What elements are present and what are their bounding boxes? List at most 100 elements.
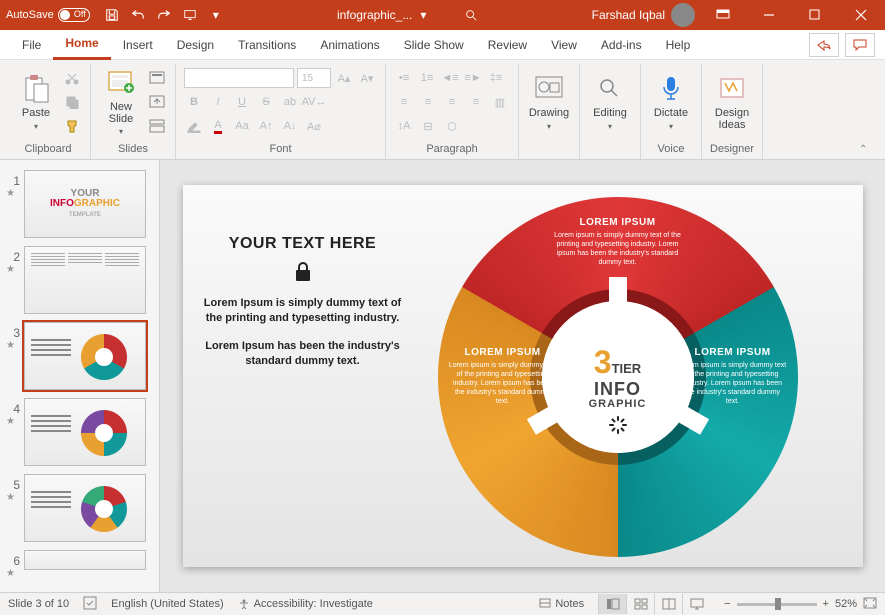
- reading-view-icon[interactable]: [654, 594, 682, 614]
- search-icon[interactable]: [464, 8, 478, 22]
- tab-transitions[interactable]: Transitions: [226, 30, 308, 60]
- maximize-button[interactable]: [797, 0, 833, 30]
- thumbnail-6[interactable]: 6★: [0, 546, 159, 583]
- ribbon-display-icon[interactable]: [705, 0, 741, 30]
- underline-icon[interactable]: U: [232, 92, 252, 112]
- reset-icon[interactable]: [147, 92, 167, 112]
- paste-button[interactable]: Paste ▾: [14, 68, 58, 136]
- drawing-button[interactable]: Drawing ▾: [527, 68, 571, 136]
- normal-view-icon[interactable]: [598, 594, 626, 614]
- autosave-label: AutoSave: [6, 9, 54, 21]
- editing-button[interactable]: Editing ▾: [588, 68, 632, 136]
- design-ideas-button[interactable]: Design Ideas: [710, 68, 754, 136]
- segment-2: LOREM IPSUM Lorem ipsum is simply dummy …: [678, 347, 788, 406]
- tab-slide-show[interactable]: Slide Show: [392, 30, 476, 60]
- zoom-out-icon[interactable]: −: [724, 598, 730, 610]
- slide-heading: YOUR TEXT HERE: [203, 235, 403, 253]
- minimize-button[interactable]: [751, 0, 787, 30]
- change-case-icon[interactable]: Aa: [232, 116, 252, 136]
- line-spacing-icon[interactable]: ‡≡: [486, 68, 506, 88]
- save-icon[interactable]: [104, 7, 120, 23]
- thumbnail-panel[interactable]: 1★ YOURINFOGRAPHICTEMPLATE 2★ 3★ 4★ 5★ 6…: [0, 160, 160, 592]
- slideshow-start-icon[interactable]: [182, 7, 198, 23]
- share-button[interactable]: [809, 33, 839, 57]
- shrink-font-icon[interactable]: A↓: [280, 116, 300, 136]
- smartart-icon[interactable]: ⬡: [442, 116, 462, 136]
- justify-icon[interactable]: ≡: [466, 92, 486, 112]
- font-color-icon[interactable]: A: [208, 116, 228, 136]
- shadow-icon[interactable]: ab: [280, 92, 300, 112]
- tab-file[interactable]: File: [10, 30, 53, 60]
- align-center-icon[interactable]: ≡: [418, 92, 438, 112]
- clear-formatting-icon[interactable]: A⌀: [304, 116, 324, 136]
- zoom-level[interactable]: 52%: [835, 598, 857, 610]
- tab-design[interactable]: Design: [165, 30, 226, 60]
- format-painter-icon[interactable]: [62, 116, 82, 136]
- collapse-ribbon-icon[interactable]: ⌃: [859, 144, 867, 155]
- segment-num-1: 01: [611, 299, 622, 310]
- new-slide-button[interactable]: New Slide ▾: [99, 68, 143, 136]
- font-size-combo[interactable]: 15: [297, 68, 331, 88]
- zoom-slider[interactable]: [737, 603, 817, 606]
- dictate-button[interactable]: Dictate ▾: [649, 68, 693, 136]
- tab-review[interactable]: Review: [476, 30, 539, 60]
- slide-counter[interactable]: Slide 3 of 10: [8, 598, 69, 610]
- thumbnail-4[interactable]: 4★: [0, 394, 159, 470]
- thumbnail-1[interactable]: 1★ YOURINFOGRAPHICTEMPLATE: [0, 166, 159, 242]
- italic-icon[interactable]: I: [208, 92, 228, 112]
- notes-button[interactable]: Notes: [539, 598, 584, 610]
- close-button[interactable]: [843, 0, 879, 30]
- tab-view[interactable]: View: [539, 30, 589, 60]
- group-label: Paragraph: [394, 141, 510, 159]
- tab-insert[interactable]: Insert: [111, 30, 165, 60]
- thumbnail-5[interactable]: 5★: [0, 470, 159, 546]
- tab-help[interactable]: Help: [654, 30, 703, 60]
- comments-button[interactable]: [845, 33, 875, 57]
- character-spacing-icon[interactable]: AV↔: [304, 92, 324, 112]
- bullets-icon[interactable]: •≡: [394, 68, 414, 88]
- text-direction-icon[interactable]: ↕A: [394, 116, 414, 136]
- redo-icon[interactable]: [156, 7, 172, 23]
- copy-icon[interactable]: [62, 92, 82, 112]
- title-dropdown-icon[interactable]: ▾: [420, 8, 426, 22]
- numbering-icon[interactable]: 1≡: [417, 68, 437, 88]
- user-name: Farshad Iqbal: [592, 8, 665, 22]
- indent-increase-icon[interactable]: ≡►: [463, 68, 483, 88]
- design-ideas-icon: [716, 73, 748, 105]
- thumbnail-2[interactable]: 2★: [0, 242, 159, 318]
- indent-decrease-icon[interactable]: ◄≡: [440, 68, 460, 88]
- cut-icon[interactable]: [62, 68, 82, 88]
- align-right-icon[interactable]: ≡: [442, 92, 462, 112]
- bold-icon[interactable]: B: [184, 92, 204, 112]
- slide-editor[interactable]: YOUR TEXT HERE Lorem Ipsum is simply dum…: [160, 160, 885, 592]
- highlight-icon[interactable]: [184, 116, 204, 136]
- slide-para1: Lorem Ipsum is simply dummy text of the …: [203, 296, 403, 327]
- tab-animations[interactable]: Animations: [308, 30, 391, 60]
- autosave-toggle[interactable]: AutoSave Off: [6, 8, 90, 22]
- accessibility-status[interactable]: Accessibility: Investigate: [238, 598, 373, 610]
- tab-home[interactable]: Home: [53, 30, 110, 60]
- language-status[interactable]: English (United States): [111, 598, 224, 610]
- increase-font-icon[interactable]: A▴: [334, 68, 354, 88]
- tab-add-ins[interactable]: Add-ins: [589, 30, 654, 60]
- strikethrough-icon[interactable]: S: [256, 92, 276, 112]
- font-name-combo[interactable]: [184, 68, 294, 88]
- autosave-switch[interactable]: Off: [58, 8, 90, 22]
- decrease-font-icon[interactable]: A▾: [357, 68, 377, 88]
- fit-window-icon[interactable]: [863, 597, 877, 612]
- user-account[interactable]: Farshad Iqbal: [592, 3, 695, 27]
- layout-icon[interactable]: [147, 68, 167, 88]
- undo-icon[interactable]: [130, 7, 146, 23]
- sorter-view-icon[interactable]: [626, 594, 654, 614]
- spell-check-icon[interactable]: [83, 596, 97, 613]
- zoom-in-icon[interactable]: +: [823, 598, 829, 610]
- align-text-icon[interactable]: ⊟: [418, 116, 438, 136]
- slide-canvas[interactable]: YOUR TEXT HERE Lorem Ipsum is simply dum…: [183, 185, 863, 567]
- slideshow-view-icon[interactable]: [682, 594, 710, 614]
- thumbnail-3[interactable]: 3★: [0, 318, 159, 394]
- columns-icon[interactable]: ▥: [490, 92, 510, 112]
- qat-dropdown-icon[interactable]: ▾: [208, 7, 224, 23]
- align-left-icon[interactable]: ≡: [394, 92, 414, 112]
- grow-font-icon[interactable]: A↑: [256, 116, 276, 136]
- section-icon[interactable]: [147, 116, 167, 136]
